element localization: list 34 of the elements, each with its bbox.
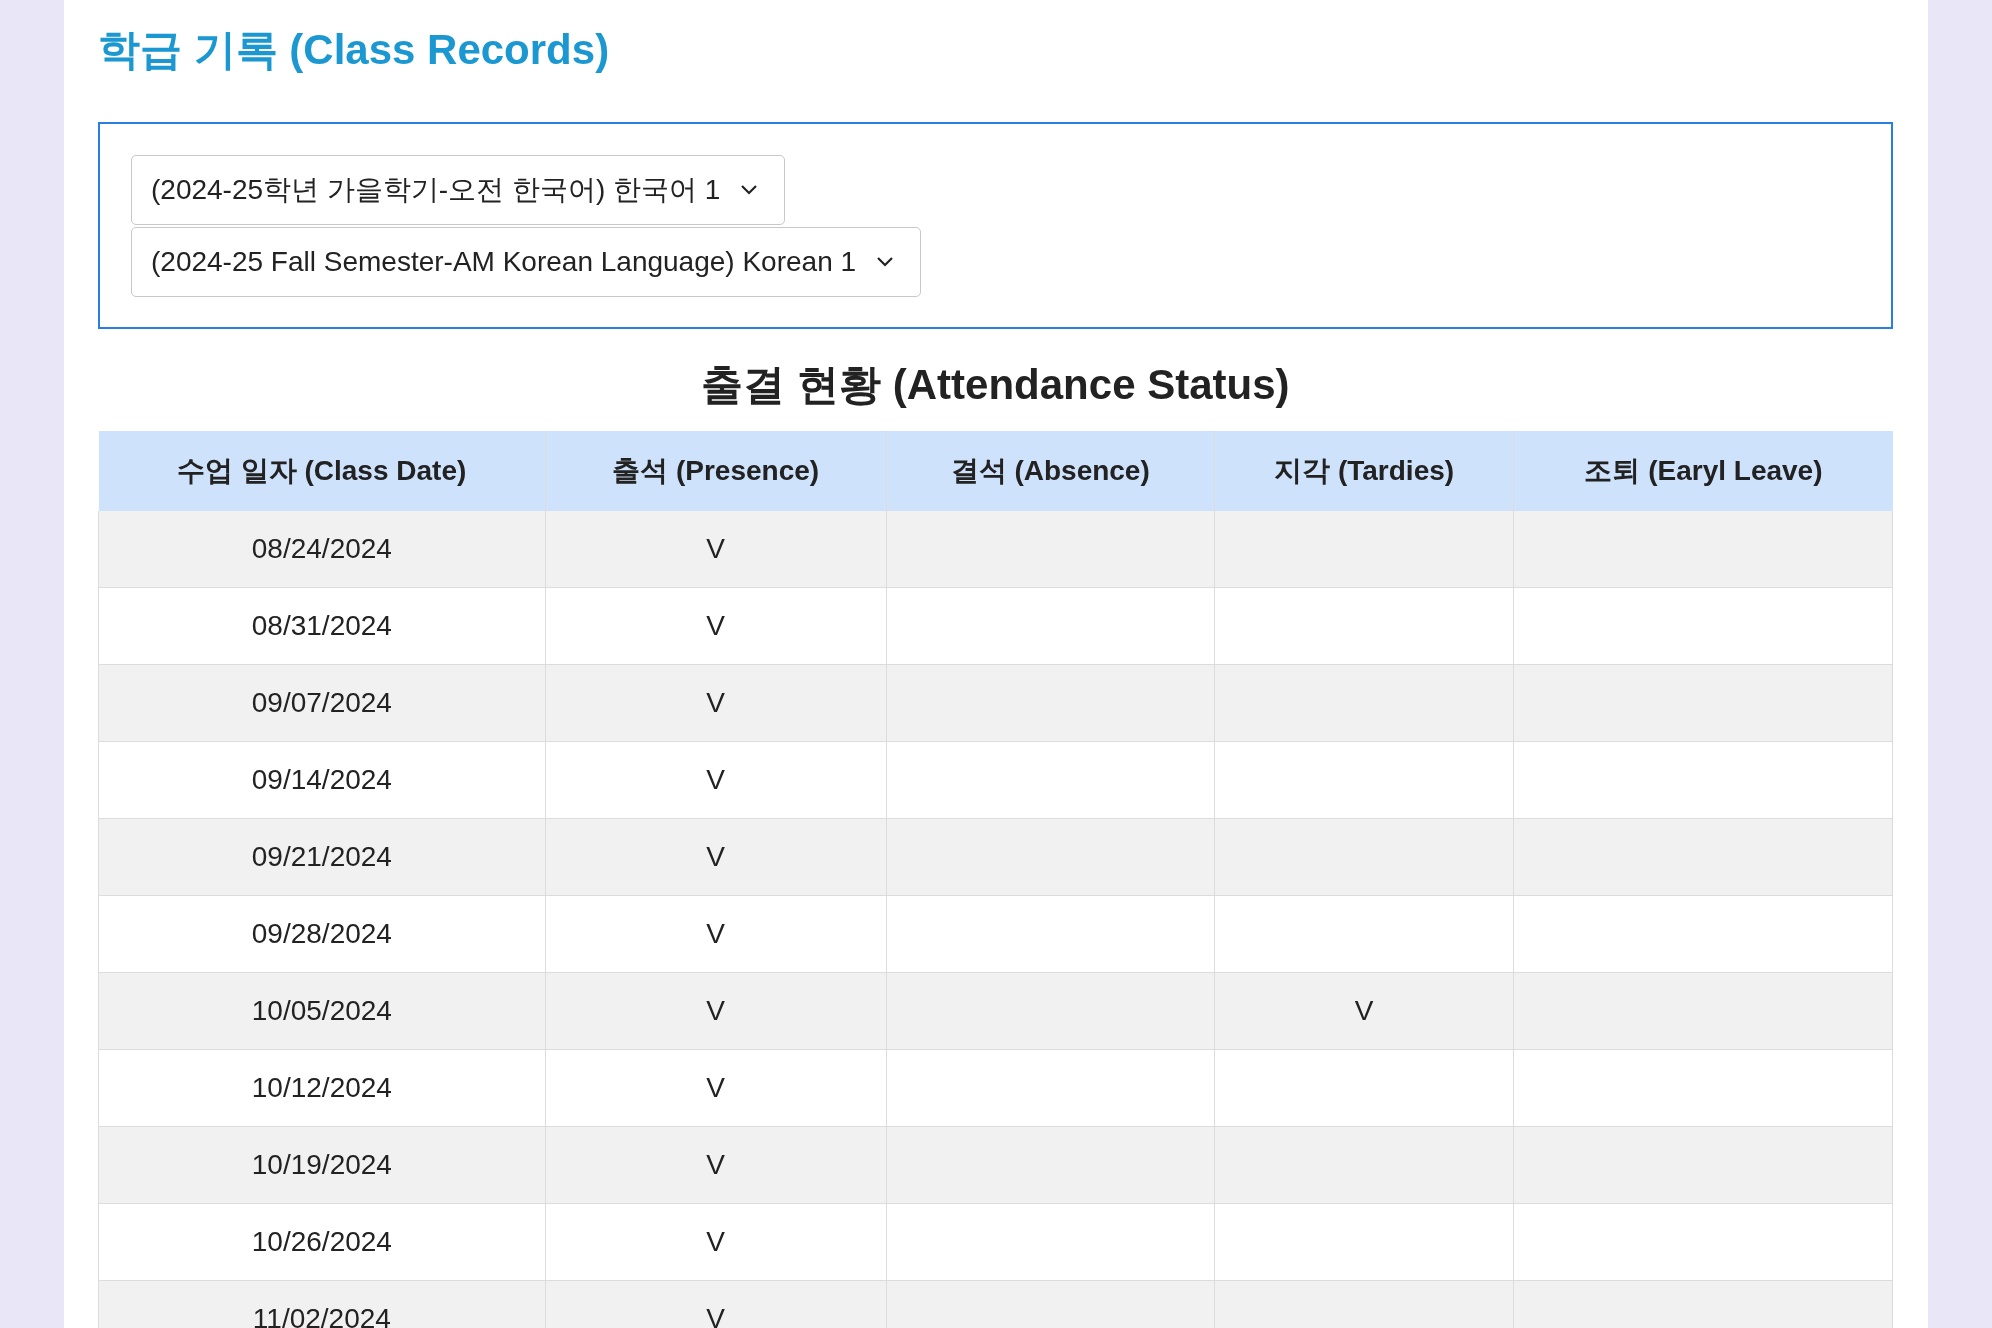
table-cell: V [545, 664, 887, 742]
table-cell: 09/14/2024 [98, 741, 546, 819]
table-cell: 10/19/2024 [98, 1126, 546, 1204]
table-cell: V [545, 1126, 887, 1204]
table-cell: 10/26/2024 [98, 1203, 546, 1281]
table-cell: V [545, 818, 887, 896]
table-cell: V [545, 741, 887, 819]
page-title: 학급 기록 (Class Records) [98, 25, 611, 75]
table-cell: 11/02/2024 [98, 1280, 546, 1328]
table-cell: 09/28/2024 [98, 895, 546, 973]
chevron-down-icon [876, 256, 895, 268]
table-cell: 09/21/2024 [98, 818, 546, 896]
table-cell: 10/05/2024 [98, 972, 546, 1050]
table-cell: V [545, 895, 887, 973]
column-header: 지각 (Tardies) [1214, 431, 1514, 511]
column-header: 조퇴 (Earyl Leave) [1513, 431, 1893, 511]
table-cell: 08/24/2024 [98, 511, 546, 588]
table-cell: 09/07/2024 [98, 664, 546, 742]
table-cell: 08/31/2024 [98, 587, 546, 665]
table-cell: V [545, 1049, 887, 1127]
table-cell: V [545, 1280, 887, 1328]
section-heading: 출결 현황 (Attendance Status) [700, 360, 1291, 410]
chevron-down-icon [740, 184, 759, 196]
table-cell: V [545, 587, 887, 665]
column-header: 출석 (Presence) [545, 431, 887, 511]
class-dropdown[interactable]: (2024-25학년 가을학기-오전 한국어) 한국어 1 [131, 155, 786, 225]
column-header: 수업 일자 (Class Date) [98, 431, 546, 511]
table-cell: V [545, 511, 887, 588]
table-cell: 10/12/2024 [98, 1049, 546, 1127]
table-cell: V [1214, 972, 1514, 1050]
column-header: 결석 (Absence) [886, 431, 1215, 511]
class-dropdown[interactable]: (2024-25 Fall Semester-AM Korean Language) Korean 1 [131, 227, 922, 297]
table-cell: V [545, 1203, 887, 1281]
table-cell: V [545, 972, 887, 1050]
